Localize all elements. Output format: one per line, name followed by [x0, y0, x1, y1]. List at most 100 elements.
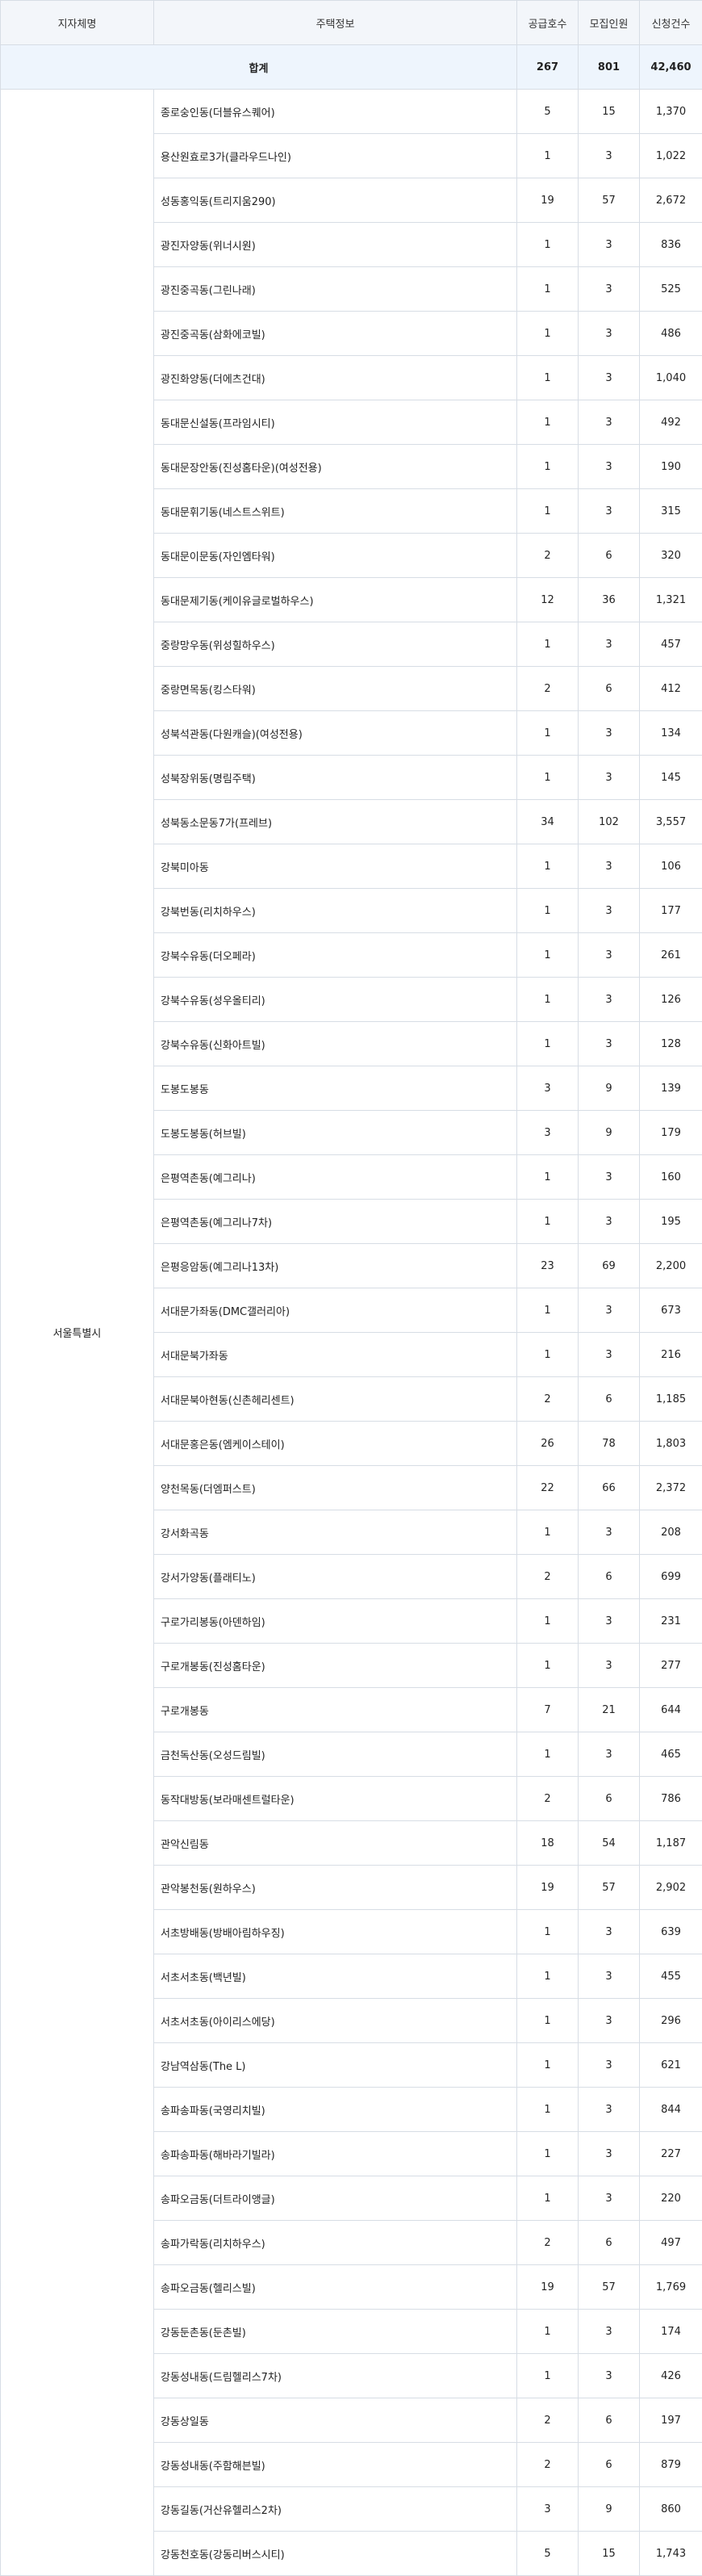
recruit-count: 3 — [579, 2088, 640, 2132]
application-count: 699 — [640, 1555, 702, 1599]
housing-name: 광진자양동(위너시원) — [154, 223, 517, 267]
housing-name: 중랑망우동(위성힐하우스) — [154, 622, 517, 667]
supply-units: 19 — [517, 2265, 579, 2310]
supply-units: 1 — [517, 312, 579, 356]
recruit-count: 3 — [579, 622, 640, 667]
supply-units: 1 — [517, 2043, 579, 2088]
supply-units: 2 — [517, 2221, 579, 2265]
recruit-count: 3 — [579, 400, 640, 445]
housing-name: 양천목동(더엠퍼스트) — [154, 1466, 517, 1510]
housing-name: 강동성내동(주함해븐빌) — [154, 2443, 517, 2487]
housing-application-table: 지자체명 주택정보 공급호수 모집인원 신청건수 합계 267 801 42,4… — [0, 0, 702, 2576]
housing-name: 도봉도봉동(허브빌) — [154, 1111, 517, 1155]
supply-units: 1 — [517, 889, 579, 933]
application-count: 673 — [640, 1288, 702, 1333]
application-count: 179 — [640, 1111, 702, 1155]
recruit-count: 3 — [579, 1288, 640, 1333]
table-row: 서울특별시종로숭인동(더블유스퀘어)5151,370 — [1, 90, 702, 134]
application-count: 3,557 — [640, 800, 702, 844]
recruit-count: 3 — [579, 134, 640, 178]
application-count: 621 — [640, 2043, 702, 2088]
housing-name: 성동홍익동(트리지움290) — [154, 178, 517, 223]
supply-units: 1 — [517, 1510, 579, 1555]
application-count: 227 — [640, 2132, 702, 2176]
header-housing-info: 주택정보 — [154, 1, 517, 45]
housing-name: 종로숭인동(더블유스퀘어) — [154, 90, 517, 134]
recruit-count: 54 — [579, 1821, 640, 1866]
supply-units: 1 — [517, 2088, 579, 2132]
supply-units: 2 — [517, 1377, 579, 1422]
housing-name: 은평역촌동(예그리나) — [154, 1155, 517, 1200]
supply-units: 2 — [517, 534, 579, 578]
housing-name: 서대문가좌동(DMC갤러리아) — [154, 1288, 517, 1333]
housing-name: 서대문북가좌동 — [154, 1333, 517, 1377]
application-count: 177 — [640, 889, 702, 933]
recruit-count: 15 — [579, 90, 640, 134]
recruit-count: 6 — [579, 667, 640, 711]
housing-name: 관악봉천동(원하우스) — [154, 1866, 517, 1910]
application-count: 145 — [640, 756, 702, 800]
housing-name: 송파오금동(더트라이앵글) — [154, 2176, 517, 2221]
housing-name: 서대문북아현동(신촌헤리센트) — [154, 1377, 517, 1422]
housing-name: 강동천호동(강동리버스시티) — [154, 2532, 517, 2576]
recruit-count: 21 — [579, 1688, 640, 1732]
supply-units: 1 — [517, 1333, 579, 1377]
recruit-count: 3 — [579, 1333, 640, 1377]
supply-units: 1 — [517, 356, 579, 400]
recruit-count: 3 — [579, 2354, 640, 2398]
application-count: 261 — [640, 933, 702, 978]
application-count: 1,187 — [640, 1821, 702, 1866]
supply-units: 3 — [517, 1066, 579, 1111]
recruit-count: 3 — [579, 889, 640, 933]
housing-name: 강북수유동(성우올티리) — [154, 978, 517, 1022]
recruit-count: 6 — [579, 1777, 640, 1821]
supply-units: 1 — [517, 1999, 579, 2043]
recruit-count: 3 — [579, 1022, 640, 1066]
recruit-count: 3 — [579, 312, 640, 356]
total-recruit: 801 — [579, 45, 640, 90]
recruit-count: 15 — [579, 2532, 640, 2576]
housing-name: 강남역삼동(The L) — [154, 2043, 517, 2088]
supply-units: 1 — [517, 134, 579, 178]
recruit-count: 3 — [579, 1999, 640, 2043]
housing-name: 중랑면목동(킹스타워) — [154, 667, 517, 711]
housing-name: 동대문휘기동(네스트스위트) — [154, 489, 517, 534]
supply-units: 3 — [517, 1111, 579, 1155]
recruit-count: 3 — [579, 1599, 640, 1644]
housing-name: 구로개봉동(진성홈타운) — [154, 1644, 517, 1688]
supply-units: 19 — [517, 178, 579, 223]
total-supply: 267 — [517, 45, 579, 90]
housing-name: 광진화양동(더에츠건대) — [154, 356, 517, 400]
housing-name: 금천독산동(오성드림빌) — [154, 1732, 517, 1777]
supply-units: 1 — [517, 622, 579, 667]
application-count: 492 — [640, 400, 702, 445]
recruit-count: 3 — [579, 2176, 640, 2221]
supply-units: 1 — [517, 756, 579, 800]
application-count: 1,040 — [640, 356, 702, 400]
application-count: 315 — [640, 489, 702, 534]
recruit-count: 3 — [579, 2043, 640, 2088]
supply-units: 19 — [517, 1866, 579, 1910]
application-count: 455 — [640, 1954, 702, 1999]
recruit-count: 3 — [579, 1200, 640, 1244]
recruit-count: 3 — [579, 1644, 640, 1688]
application-count: 160 — [640, 1155, 702, 1200]
recruit-count: 9 — [579, 1111, 640, 1155]
recruit-count: 6 — [579, 534, 640, 578]
recruit-count: 3 — [579, 711, 640, 756]
housing-name: 서초방배동(방배아림하우징) — [154, 1910, 517, 1954]
supply-units: 2 — [517, 1555, 579, 1599]
supply-units: 12 — [517, 578, 579, 622]
supply-units: 1 — [517, 933, 579, 978]
application-count: 412 — [640, 667, 702, 711]
application-count: 216 — [640, 1333, 702, 1377]
recruit-count: 3 — [579, 489, 640, 534]
housing-name: 성북동소문동7가(프레브) — [154, 800, 517, 844]
recruit-count: 6 — [579, 1377, 640, 1422]
application-count: 296 — [640, 1999, 702, 2043]
application-count: 497 — [640, 2221, 702, 2265]
supply-units: 1 — [517, 1022, 579, 1066]
application-count: 128 — [640, 1022, 702, 1066]
supply-units: 5 — [517, 2532, 579, 2576]
recruit-count: 3 — [579, 1155, 640, 1200]
